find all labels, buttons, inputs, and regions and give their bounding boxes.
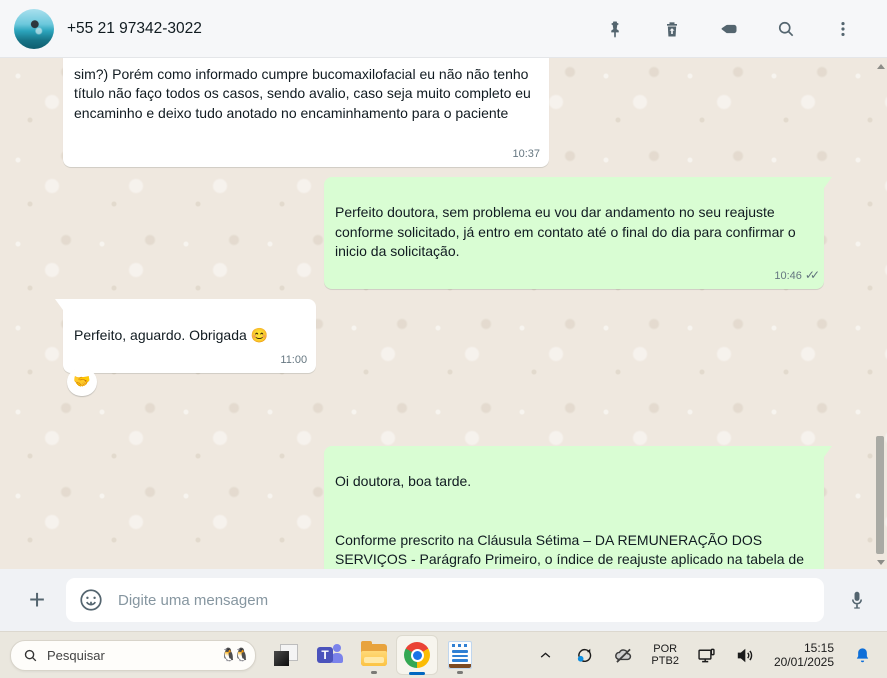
message-time: 10:46 ✓✓ xyxy=(774,268,820,282)
tray-time: 15:15 xyxy=(803,640,834,655)
cloud-slash-icon[interactable] xyxy=(612,644,634,666)
chrome-icon[interactable] xyxy=(396,635,438,675)
scroll-up-arrow[interactable] xyxy=(877,64,885,69)
message-incoming-2[interactable]: Perfeito, aguardo. Obrigada 😊 11:00 xyxy=(54,299,317,373)
trash-icon[interactable] xyxy=(660,17,684,41)
attach-plus-button[interactable]: + xyxy=(22,585,52,615)
taskbar-clock[interactable]: 15:15 20/01/2025 xyxy=(774,641,834,670)
message-text: Perfeito doutora, sem problema eu vou da… xyxy=(335,204,796,259)
contact-avatar[interactable] xyxy=(14,8,54,49)
taskbar-search-box[interactable]: Pesquisar 🐧🐧 xyxy=(10,639,256,671)
search-highlight-image: 🐧🐧 xyxy=(220,647,250,662)
notification-bell-icon[interactable] xyxy=(851,644,873,666)
scrollbar-thumb[interactable] xyxy=(876,436,884,554)
message-input-container[interactable] xyxy=(66,578,824,622)
message-text: sim?) Porém como informado cumpre bucoma… xyxy=(74,65,531,121)
microphone-icon[interactable] xyxy=(843,586,871,614)
message-time: 10:37 xyxy=(512,147,540,160)
notepad-icon[interactable] xyxy=(438,634,482,676)
header-actions xyxy=(603,17,855,41)
message-text: Oi doutora, boa tarde. Conforme prescrit… xyxy=(335,473,804,567)
whatsapp-window: +55 21 97342-3022 sim?) Porém como infor… xyxy=(0,0,887,678)
taskbar-apps: T xyxy=(264,634,482,676)
task-view-icon[interactable] xyxy=(264,634,308,676)
tray-date: 20/01/2025 xyxy=(773,655,834,669)
message-column: sim?) Porém como informado cumpre bucoma… xyxy=(54,58,832,569)
search-icon xyxy=(24,649,37,661)
pin-icon[interactable] xyxy=(603,17,627,41)
chat-area: sim?) Porém como informado cumpre bucoma… xyxy=(0,58,887,569)
search-icon[interactable] xyxy=(774,17,798,41)
hidden-icons-chevron[interactable] xyxy=(534,644,556,666)
cast-display-icon[interactable] xyxy=(696,644,718,666)
system-tray: POR PTB2 15:15 20/01/2025 xyxy=(534,641,877,670)
message-incoming-1[interactable]: sim?) Porém como informado cumpre bucoma… xyxy=(63,58,549,167)
update-restart-icon[interactable] xyxy=(573,644,595,666)
volume-icon[interactable] xyxy=(735,644,757,666)
emoji-icon[interactable] xyxy=(78,587,104,613)
message-reaction[interactable]: 🤝 xyxy=(67,367,97,396)
message-composer: + xyxy=(0,569,887,631)
windows-taskbar: Pesquisar 🐧🐧 T POR PTB2 15:15 20/01/2025 xyxy=(0,631,887,678)
label-icon[interactable] xyxy=(717,17,741,41)
message-outgoing-2[interactable]: Oi doutora, boa tarde. Conforme prescrit… xyxy=(324,445,832,569)
kebab-menu-icon[interactable] xyxy=(831,17,855,41)
handshake-emoji: 🤝 xyxy=(73,373,91,389)
scroll-down-arrow[interactable] xyxy=(877,560,885,565)
search-label: Pesquisar xyxy=(47,647,105,663)
message-outgoing-1[interactable]: Perfeito doutora, sem problema eu vou da… xyxy=(324,176,832,289)
message-text: Perfeito, aguardo. Obrigada 😊 xyxy=(74,326,269,343)
message-input[interactable] xyxy=(116,590,812,610)
delivered-ticks-icon: ✓✓ xyxy=(804,268,820,282)
language-indicator[interactable]: POR PTB2 xyxy=(651,643,679,668)
message-time: 11:00 xyxy=(280,353,308,366)
file-explorer-icon[interactable] xyxy=(352,634,396,676)
teams-icon[interactable]: T xyxy=(308,634,352,676)
contact-name[interactable]: +55 21 97342-3022 xyxy=(67,20,202,38)
chat-scrollbar[interactable] xyxy=(874,58,887,569)
chat-header: +55 21 97342-3022 xyxy=(0,0,887,58)
